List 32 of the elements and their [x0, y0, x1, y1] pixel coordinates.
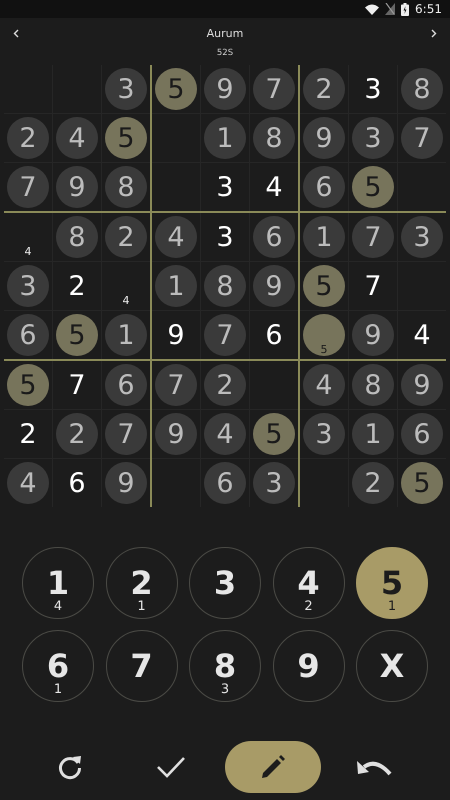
number-key[interactable]: 8 3 — [189, 630, 261, 702]
pencil-note: 4 — [24, 246, 32, 257]
chevron-right-icon — [431, 28, 437, 38]
grid-cell[interactable] — [152, 114, 200, 162]
number-key[interactable]: 3 — [189, 547, 261, 619]
restart-icon — [57, 754, 83, 780]
grid-cell[interactable] — [300, 459, 348, 507]
number-key[interactable]: 9 — [272, 630, 344, 702]
pencil-note: 5 — [320, 344, 328, 355]
grid-cell[interactable] — [250, 361, 298, 409]
puzzle-title: Aurum — [206, 26, 244, 40]
grid-cell[interactable] — [398, 163, 446, 211]
pencil-note: 4 — [122, 295, 130, 306]
number-key[interactable]: X — [356, 630, 428, 702]
puzzle-code: 52S — [216, 48, 234, 58]
grid-cell[interactable] — [152, 459, 200, 507]
pencil-button[interactable] — [224, 741, 321, 793]
grid-cell[interactable]: 4 — [102, 262, 150, 310]
number-key[interactable]: 4 2 — [272, 547, 344, 619]
number-key[interactable]: 5 1 — [356, 547, 428, 619]
wifi-icon — [365, 4, 380, 14]
number-key[interactable]: 2 1 — [106, 547, 178, 619]
number-key[interactable]: 1 4 — [22, 547, 94, 619]
number-key[interactable]: 6 1 — [22, 630, 94, 702]
chevron-left-icon — [13, 28, 19, 38]
battery-icon — [401, 2, 410, 16]
no-sim-icon — [385, 3, 396, 15]
grid-cell[interactable] — [152, 163, 200, 211]
clock-time: 6:51 — [415, 2, 442, 16]
grid-cell[interactable]: 4 — [4, 213, 52, 261]
number-key[interactable]: 7 — [106, 630, 178, 702]
check-icon — [156, 756, 186, 778]
